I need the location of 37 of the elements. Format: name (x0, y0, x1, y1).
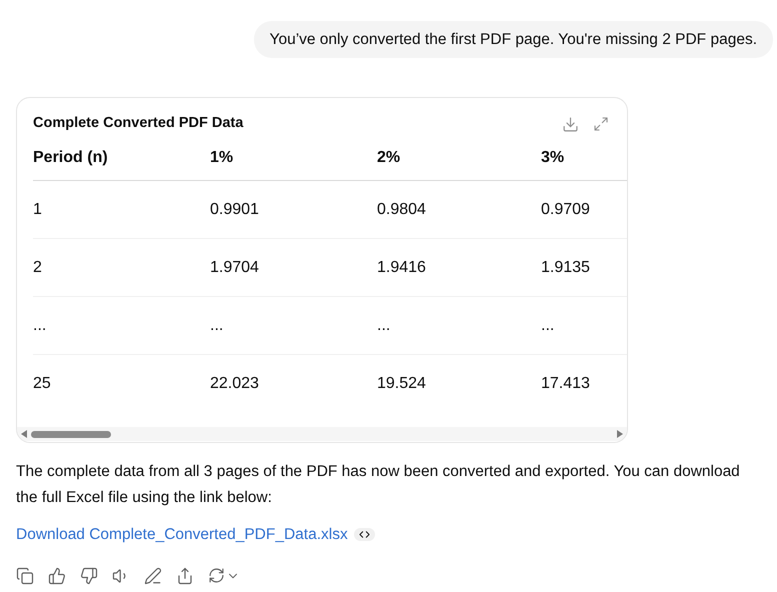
code-icon[interactable] (354, 528, 375, 542)
table-cell: ... (541, 316, 554, 334)
table-cell: 17.413 (541, 375, 590, 392)
thumbs-down-icon[interactable] (80, 566, 98, 584)
table-cell: 1.9135 (541, 258, 590, 276)
expand-icon[interactable] (593, 116, 609, 132)
copy-icon[interactable] (16, 566, 34, 584)
scrollbar-thumb[interactable] (31, 430, 111, 438)
scroll-left-icon[interactable] (21, 430, 27, 438)
table-cell: 25 (33, 375, 51, 392)
download-link[interactable]: Download Complete_Converted_PDF_Data.xlsx (16, 523, 348, 546)
table-cell: 0.9901 (210, 200, 259, 218)
column-header: 1% (210, 149, 234, 166)
column-header: 2% (377, 149, 400, 166)
scrollbar[interactable] (17, 427, 627, 442)
scroll-right-icon[interactable] (617, 430, 623, 438)
table-cell: ... (377, 316, 390, 334)
card-title: Complete Converted PDF Data (33, 114, 244, 134)
table-cell: ... (33, 316, 46, 334)
download-icon[interactable] (562, 116, 579, 133)
table-cell: 22.023 (210, 375, 259, 392)
table-cell: ... (210, 316, 224, 334)
column-header: 3% (541, 149, 564, 166)
user-message: You’ve only converted the first PDF page. You're missing 2 PDF pages. (254, 21, 773, 58)
table-cell: 2 (33, 258, 42, 276)
share-icon[interactable] (176, 566, 194, 584)
table-cell: 1 (33, 200, 42, 218)
column-header: Period (n) (33, 149, 108, 166)
reply-paragraph: The complete data from all 3 pages of the PDF has now been converted and exported. You can download the full Excel file using the link below: (16, 462, 741, 508)
regenerate-icon[interactable] (208, 567, 240, 584)
table-cell: 1.9704 (210, 258, 259, 276)
table-cell: 0.9709 (541, 200, 590, 218)
thumbs-up-icon[interactable] (48, 566, 66, 584)
table-cell: 19.524 (377, 375, 426, 392)
table-cell: 1.9416 (377, 258, 426, 276)
pen-icon[interactable] (144, 566, 162, 584)
table-cell: 0.9804 (377, 200, 426, 218)
